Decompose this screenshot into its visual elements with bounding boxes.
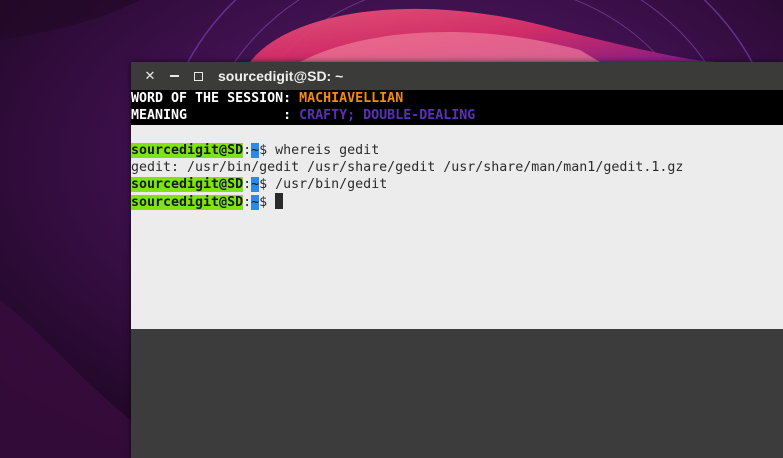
- prompt-sep: :: [243, 143, 252, 158]
- command-line-3[interactable]: sourcedigit@SD:~$: [131, 193, 783, 210]
- output-line-1: gedit: /usr/bin/gedit /usr/share/gedit /…: [131, 160, 684, 175]
- prompt-symbol: $: [259, 143, 276, 158]
- window-title: sourcedigit@SD: ~: [218, 68, 344, 84]
- prompt-path: ~: [251, 143, 260, 158]
- terminal-output[interactable]: sourcedigit@SD:~$ whereis gedit gedit: /u…: [131, 125, 783, 329]
- prompt-sep: :: [243, 195, 252, 210]
- prompt-symbol: $: [259, 177, 276, 192]
- banner-word-line: WORD OF THE SESSION: MACHIAVELLIAN: [131, 90, 783, 107]
- prompt-host: sourcedigit@SD: [131, 143, 244, 158]
- command-line-1: sourcedigit@SD:~$ whereis gedit: [131, 142, 783, 159]
- meaning-label: MEANING :: [131, 108, 300, 123]
- maximize-button[interactable]: [190, 68, 206, 84]
- prompt-path: ~: [251, 177, 260, 192]
- minimize-button[interactable]: [166, 68, 182, 84]
- prompt-sep: :: [243, 177, 252, 192]
- maximize-icon: [193, 71, 203, 81]
- prompt-symbol: $: [259, 195, 276, 210]
- command-line-2: sourcedigit@SD:~$ /usr/bin/gedit: [131, 176, 783, 193]
- close-icon: ✕: [144, 68, 156, 84]
- terminal-window: ✕ sourcedigit@SD: ~ WORD OF THE SESSION:…: [131, 62, 783, 458]
- terminal-banner: WORD OF THE SESSION: MACHIAVELLIAN MEANIN…: [131, 90, 783, 125]
- command-text: /usr/bin/gedit: [275, 177, 388, 192]
- prompt-host: sourcedigit@SD: [131, 177, 244, 192]
- prompt-path: ~: [251, 195, 260, 210]
- title-bar[interactable]: ✕ sourcedigit@SD: ~: [131, 62, 783, 90]
- terminal-empty-area[interactable]: [131, 329, 783, 458]
- prompt-host: sourcedigit@SD: [131, 195, 244, 210]
- text-cursor: [275, 193, 284, 209]
- word-value: MACHIAVELLIAN: [299, 91, 404, 106]
- meaning-value: CRAFTY; DOUBLE-DEALING: [299, 108, 476, 123]
- command-text: whereis gedit: [275, 143, 380, 158]
- close-button[interactable]: ✕: [142, 68, 158, 84]
- banner-meaning-line: MEANING : CRAFTY; DOUBLE-DEALING: [131, 107, 783, 124]
- minimize-icon: [169, 75, 179, 77]
- word-label: WORD OF THE SESSION:: [131, 91, 300, 106]
